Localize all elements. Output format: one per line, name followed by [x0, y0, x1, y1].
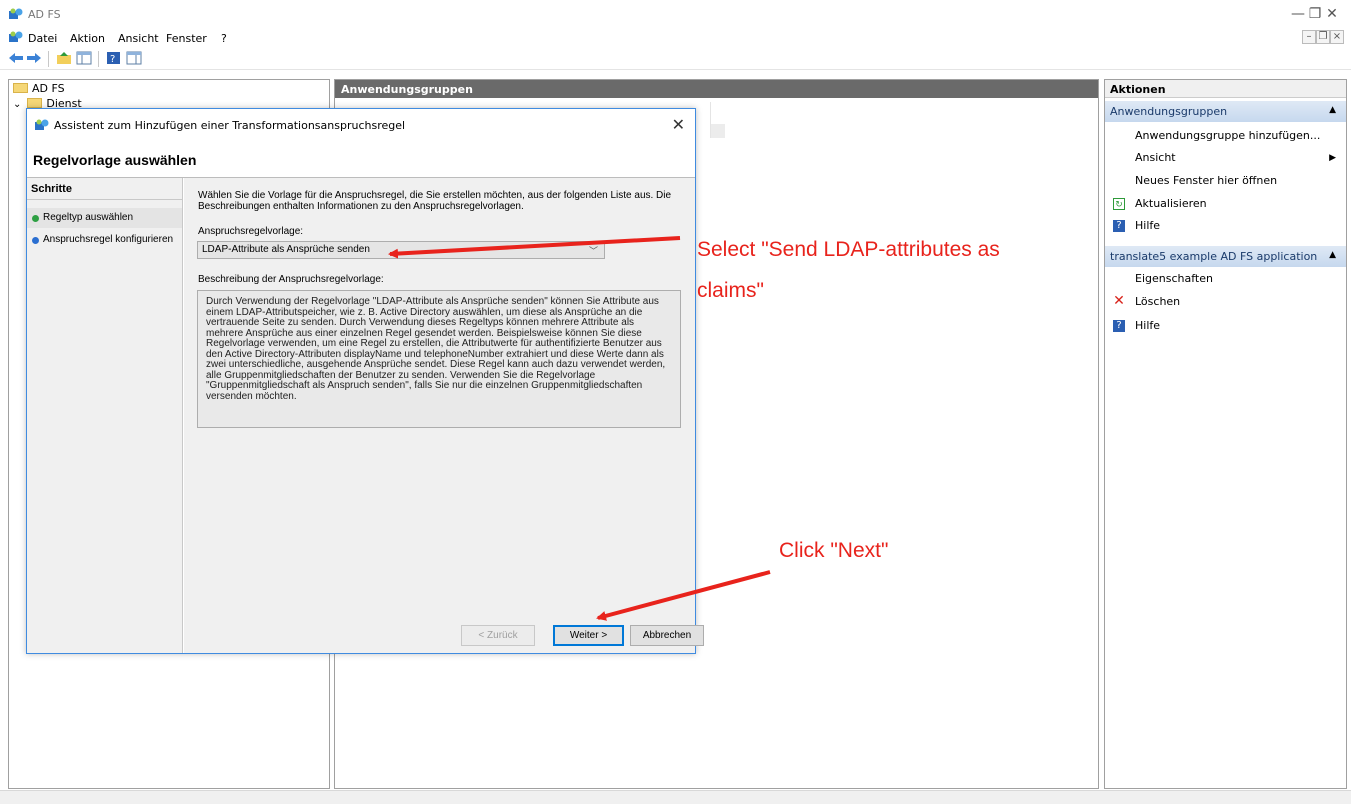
actions-section-translate5[interactable]: translate5 example AD FS application ▲ [1105, 246, 1346, 267]
step-select-rule-type[interactable]: Regeltyp auswählen [27, 208, 182, 228]
folder-icon [13, 83, 28, 93]
chevron-down-icon[interactable]: ⌄ [13, 99, 21, 110]
toolbar: ? [0, 48, 1351, 70]
intro-text: Wählen Sie die Vorlage für die Anspruchs… [198, 190, 672, 212]
window-title: AD FS [28, 8, 61, 21]
annotation-click-next: Click "Next" [779, 539, 889, 562]
step-label: Regeltyp auswählen [43, 212, 134, 223]
action-refresh[interactable]: Aktualisieren [1135, 197, 1207, 210]
next-button[interactable]: Weiter > [553, 625, 624, 646]
back-arrow-icon[interactable] [8, 51, 25, 67]
template-label: Anspruchsregelvorlage: [198, 226, 304, 237]
menu-aktion[interactable]: Aktion [70, 32, 105, 45]
list-scroll-corner [711, 124, 725, 138]
collapse-triangle-icon[interactable]: ▲ [1329, 105, 1336, 115]
tree-item-label: AD FS [32, 82, 65, 95]
close-icon[interactable]: ✕ [672, 115, 685, 134]
actions-section-anwendungsgruppen[interactable]: Anwendungsgruppen ▲ [1105, 101, 1346, 122]
claim-rule-template-select[interactable]: LDAP-Attribute als Ansprüche senden ﹀ [197, 241, 605, 259]
toolbar-separator [48, 51, 49, 67]
mdi-minimize-icon[interactable]: – [1302, 30, 1316, 44]
help-icon: ? [1113, 220, 1125, 232]
collapse-triangle-icon[interactable]: ▲ [1329, 250, 1336, 260]
annotation-select-line1: Select "Send LDAP-attributes as [697, 238, 1000, 261]
wizard-app-icon [35, 119, 49, 134]
status-bar [0, 790, 1351, 804]
annotation-select-line2: claims" [697, 279, 764, 302]
action-help-2[interactable]: Hilfe [1135, 319, 1160, 332]
step-configure-claim-rule[interactable]: Anspruchsregel konfigurieren [27, 230, 182, 250]
step-label: Anspruchsregel konfigurieren [43, 234, 174, 245]
delete-icon: ✕ [1113, 293, 1125, 309]
title-bar: AD FS — ❐ ✕ [0, 0, 1351, 28]
menu-fenster[interactable]: Fenster [166, 32, 207, 45]
selected-template: LDAP-Attribute als Ansprüche senden [202, 244, 370, 255]
dialog-title: Assistent zum Hinzufügen einer Transform… [54, 119, 406, 132]
svg-text:?: ? [110, 54, 115, 65]
description-label: Beschreibung der Anspruchsregelvorlage: [198, 274, 384, 285]
forward-arrow-icon[interactable] [26, 51, 43, 67]
submenu-arrow-icon: ▶ [1329, 153, 1336, 163]
actions-pane: Aktionen Anwendungsgruppen ▲ Anwendungsg… [1104, 79, 1347, 789]
menu-help[interactable]: ? [221, 32, 227, 45]
steps-panel: Schritte Regeltyp auswählen Anspruchsreg… [27, 178, 183, 653]
step-pending-dot-icon [32, 237, 39, 244]
action-label: Ansicht [1135, 151, 1176, 164]
menu-ansicht[interactable]: Ansicht [118, 32, 159, 45]
action-properties[interactable]: Eigenschaften [1135, 272, 1213, 285]
mdi-restore-icon[interactable]: ❐ [1316, 30, 1330, 44]
actions-title: Aktionen [1105, 80, 1346, 98]
folder-icon [27, 98, 43, 108]
close-window-icon[interactable]: ✕ [1318, 4, 1346, 24]
show-tree-icon[interactable] [76, 51, 93, 67]
menu-bar: Datei Aktion Ansicht Fenster ? [0, 28, 1351, 48]
show-action-pane-icon[interactable] [126, 51, 143, 67]
help-icon: ? [1113, 320, 1125, 332]
adfs-menu-icon [9, 31, 23, 46]
step-active-dot-icon [32, 215, 39, 222]
action-view[interactable]: Ansicht [1135, 151, 1340, 164]
page-title: Regelvorlage auswählen [33, 152, 197, 168]
steps-title: Schritte [31, 183, 72, 195]
chevron-down-icon[interactable]: ﹀ [589, 244, 598, 257]
mdi-close-icon[interactable]: × [1330, 30, 1344, 44]
action-help[interactable]: Hilfe [1135, 219, 1160, 232]
cancel-button[interactable]: Abbrechen [630, 625, 704, 646]
toolbar-separator [98, 51, 99, 67]
wizard-content: Wählen Sie die Vorlage für die Anspruchs… [184, 178, 704, 653]
section-label: Anwendungsgruppen [1110, 105, 1228, 118]
menu-datei[interactable]: Datei [28, 32, 57, 45]
action-new-window[interactable]: Neues Fenster hier öffnen [1135, 174, 1277, 187]
back-button[interactable]: < Zurück [461, 625, 535, 646]
help-icon[interactable]: ? [106, 51, 123, 67]
up-folder-icon[interactable] [56, 51, 73, 67]
action-add-application-group[interactable]: Anwendungsgruppe hinzufügen... [1135, 129, 1320, 142]
adfs-app-icon [9, 8, 23, 23]
refresh-icon: ↻ [1113, 198, 1125, 210]
tree-item-adfs[interactable]: AD FS [13, 82, 65, 96]
add-transform-claim-rule-wizard: Assistent zum Hinzufügen einer Transform… [26, 108, 704, 654]
section-label: translate5 example AD FS application [1110, 250, 1318, 263]
action-delete[interactable]: Löschen [1135, 295, 1180, 308]
divider [27, 199, 182, 200]
pane-header: Anwendungsgruppen [335, 80, 1098, 98]
template-description: Durch Verwendung der Regelvorlage "LDAP-… [197, 290, 681, 428]
